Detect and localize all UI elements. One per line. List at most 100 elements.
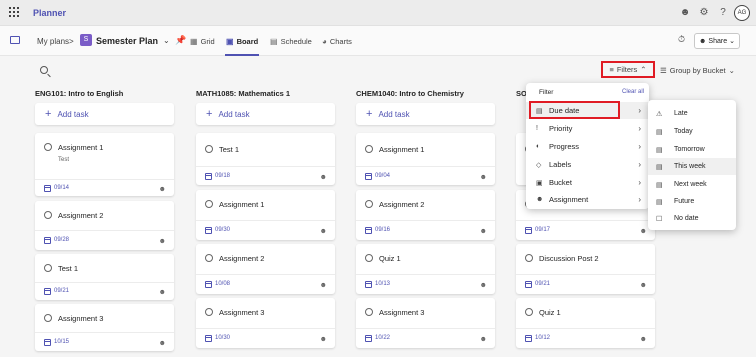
due-no-date-option[interactable]: ☐ No date: [648, 210, 736, 227]
assign-user-icon[interactable]: ☻: [159, 186, 166, 193]
tag-icon: ◇: [536, 161, 542, 169]
due-today-option[interactable]: ▤ Today: [648, 123, 736, 140]
complete-task-checkbox[interactable]: [44, 314, 52, 322]
app-launcher-icon[interactable]: [9, 7, 19, 17]
due-date: 09/14: [54, 185, 70, 191]
due-late-option[interactable]: ⚠ Late: [648, 105, 736, 122]
due-date: 09/18: [215, 173, 231, 179]
task-card[interactable]: Assignment 3 10/22 ☻: [356, 298, 495, 348]
complete-task-checkbox[interactable]: [205, 145, 213, 153]
filter-icon: ≡: [609, 65, 614, 74]
tab-schedule[interactable]: ▤ Schedule: [270, 37, 312, 46]
assign-user-icon[interactable]: ☻: [320, 336, 327, 343]
complete-task-checkbox[interactable]: [365, 254, 373, 262]
task-card[interactable]: Assignment 1 09/30 ☻: [196, 190, 335, 240]
bucket-title[interactable]: ENG101: Intro to English: [35, 89, 123, 98]
assign-user-icon[interactable]: ☻: [159, 340, 166, 347]
assign-user-icon[interactable]: ☻: [320, 282, 327, 289]
charts-icon: ◕: [322, 37, 327, 46]
complete-task-checkbox[interactable]: [205, 200, 213, 208]
task-card[interactable]: Assignment 3 10/30 ☻: [196, 298, 335, 348]
people-icon: ☻: [536, 196, 544, 203]
task-card[interactable]: Assignment 2 10/08 ☻: [196, 244, 335, 294]
task-card[interactable]: Quiz 1 10/12 ☻: [516, 298, 655, 348]
filter-progress[interactable]: ◐ Progress ›: [526, 138, 649, 155]
assign-user-icon[interactable]: ☻: [640, 282, 647, 289]
tab-board[interactable]: ▣ Board: [226, 37, 258, 46]
warning-icon: ⚠: [656, 110, 663, 118]
breadcrumb-my-plans[interactable]: My plans: [37, 37, 69, 46]
bucket-title[interactable]: MATH1085: Mathematics 1: [196, 89, 290, 98]
pin-icon[interactable]: 📌: [175, 35, 186, 46]
settings-icon[interactable]: ⚙: [697, 6, 711, 20]
assign-user-icon[interactable]: ☻: [320, 174, 327, 181]
assign-user-icon[interactable]: ☻: [480, 228, 487, 235]
plan-title[interactable]: Semester Plan: [96, 36, 158, 46]
calendar-week-icon: ▤: [656, 163, 663, 171]
clear-all-link[interactable]: Clear all: [622, 89, 644, 95]
plus-icon: +: [206, 108, 213, 120]
assign-user-icon[interactable]: ☻: [480, 336, 487, 343]
filter-assignment[interactable]: ☻ Assignment ›: [526, 191, 649, 208]
group-by-button[interactable]: ☰ Group by Bucket ⌄: [660, 66, 735, 75]
complete-task-checkbox[interactable]: [365, 145, 373, 153]
search-icon[interactable]: [40, 66, 48, 74]
filter-labels[interactable]: ◇ Labels ›: [526, 156, 649, 173]
complete-task-checkbox[interactable]: [205, 308, 213, 316]
tab-grid[interactable]: ▦ Grid: [190, 37, 215, 46]
help-icon[interactable]: ?: [716, 6, 730, 20]
complete-task-checkbox[interactable]: [525, 254, 533, 262]
due-date: 10/30: [215, 335, 231, 341]
avatar[interactable]: AG: [734, 5, 750, 21]
chevron-down-icon[interactable]: ⌄: [163, 36, 170, 45]
assign-user-icon[interactable]: ☻: [480, 174, 487, 181]
task-card[interactable]: Discussion Post 2 09/21 ☻: [516, 244, 655, 294]
task-card[interactable]: Test 1 09/18 ☻: [196, 133, 335, 185]
assign-user-icon[interactable]: ☻: [640, 336, 647, 343]
assign-user-icon[interactable]: ☻: [480, 282, 487, 289]
assign-user-icon[interactable]: ☻: [640, 228, 647, 235]
share-button[interactable]: ☻ Share ⌄: [694, 33, 740, 49]
due-next-week-option[interactable]: ▤ Next week: [648, 176, 736, 193]
complete-task-checkbox[interactable]: [205, 254, 213, 262]
task-card[interactable]: Assignment 2 09/28 ☻: [35, 201, 174, 250]
calendar-empty-icon: ☐: [656, 215, 663, 223]
task-card[interactable]: Quiz 1 10/13 ☻: [356, 244, 495, 294]
task-title: Assignment 3: [58, 314, 104, 323]
assign-user-icon[interactable]: ☻: [159, 238, 166, 245]
complete-task-checkbox[interactable]: [365, 200, 373, 208]
tab-charts[interactable]: ◕ Charts: [322, 37, 352, 46]
task-card[interactable]: Assignment 3 10/15 ☻: [35, 304, 174, 351]
calendar-icon: [365, 173, 372, 180]
add-task-button[interactable]: + Add task: [196, 103, 335, 125]
due-tomorrow-option[interactable]: ▤ Tomorrow: [648, 141, 736, 158]
complete-task-checkbox[interactable]: [365, 308, 373, 316]
complete-task-checkbox[interactable]: [525, 308, 533, 316]
people-icon[interactable]: ☻: [678, 6, 692, 20]
board-icon: ▣: [226, 37, 234, 46]
due-this-week-option[interactable]: ▤ This week: [648, 158, 736, 175]
app-title[interactable]: Planner: [33, 8, 66, 18]
calendar-icon: [365, 335, 372, 342]
add-task-button[interactable]: + Add task: [35, 103, 174, 125]
task-card[interactable]: Assignment 1 09/04 ☻: [356, 133, 495, 185]
sidebar-toggle-icon[interactable]: [10, 36, 20, 44]
calendar-icon: [44, 185, 51, 192]
complete-task-checkbox[interactable]: [44, 211, 52, 219]
calendar-tomorrow-icon: ▤: [656, 146, 663, 154]
task-card[interactable]: Test 1 09/21 ☻: [35, 254, 174, 300]
complete-task-checkbox[interactable]: [44, 143, 52, 151]
add-task-button[interactable]: + Add task: [356, 103, 495, 125]
filter-bucket[interactable]: ▣ Bucket ›: [526, 174, 649, 191]
assign-user-icon[interactable]: ☻: [159, 289, 166, 296]
filter-priority[interactable]: ! Priority ›: [526, 120, 649, 137]
task-title: Test 1: [219, 145, 240, 154]
assign-user-icon[interactable]: ☻: [320, 228, 327, 235]
filters-button[interactable]: ≡ Filters ⌃: [601, 61, 655, 78]
clipboard-icon[interactable]: ⏱: [678, 34, 685, 45]
due-future-option[interactable]: ▤ Future: [648, 193, 736, 210]
task-card[interactable]: Assignment 1 Test 09/14 ☻: [35, 133, 174, 196]
bucket-title[interactable]: CHEM1040: Intro to Chemistry: [356, 89, 464, 98]
task-card[interactable]: Assignment 2 09/16 ☻: [356, 190, 495, 240]
complete-task-checkbox[interactable]: [44, 264, 52, 272]
